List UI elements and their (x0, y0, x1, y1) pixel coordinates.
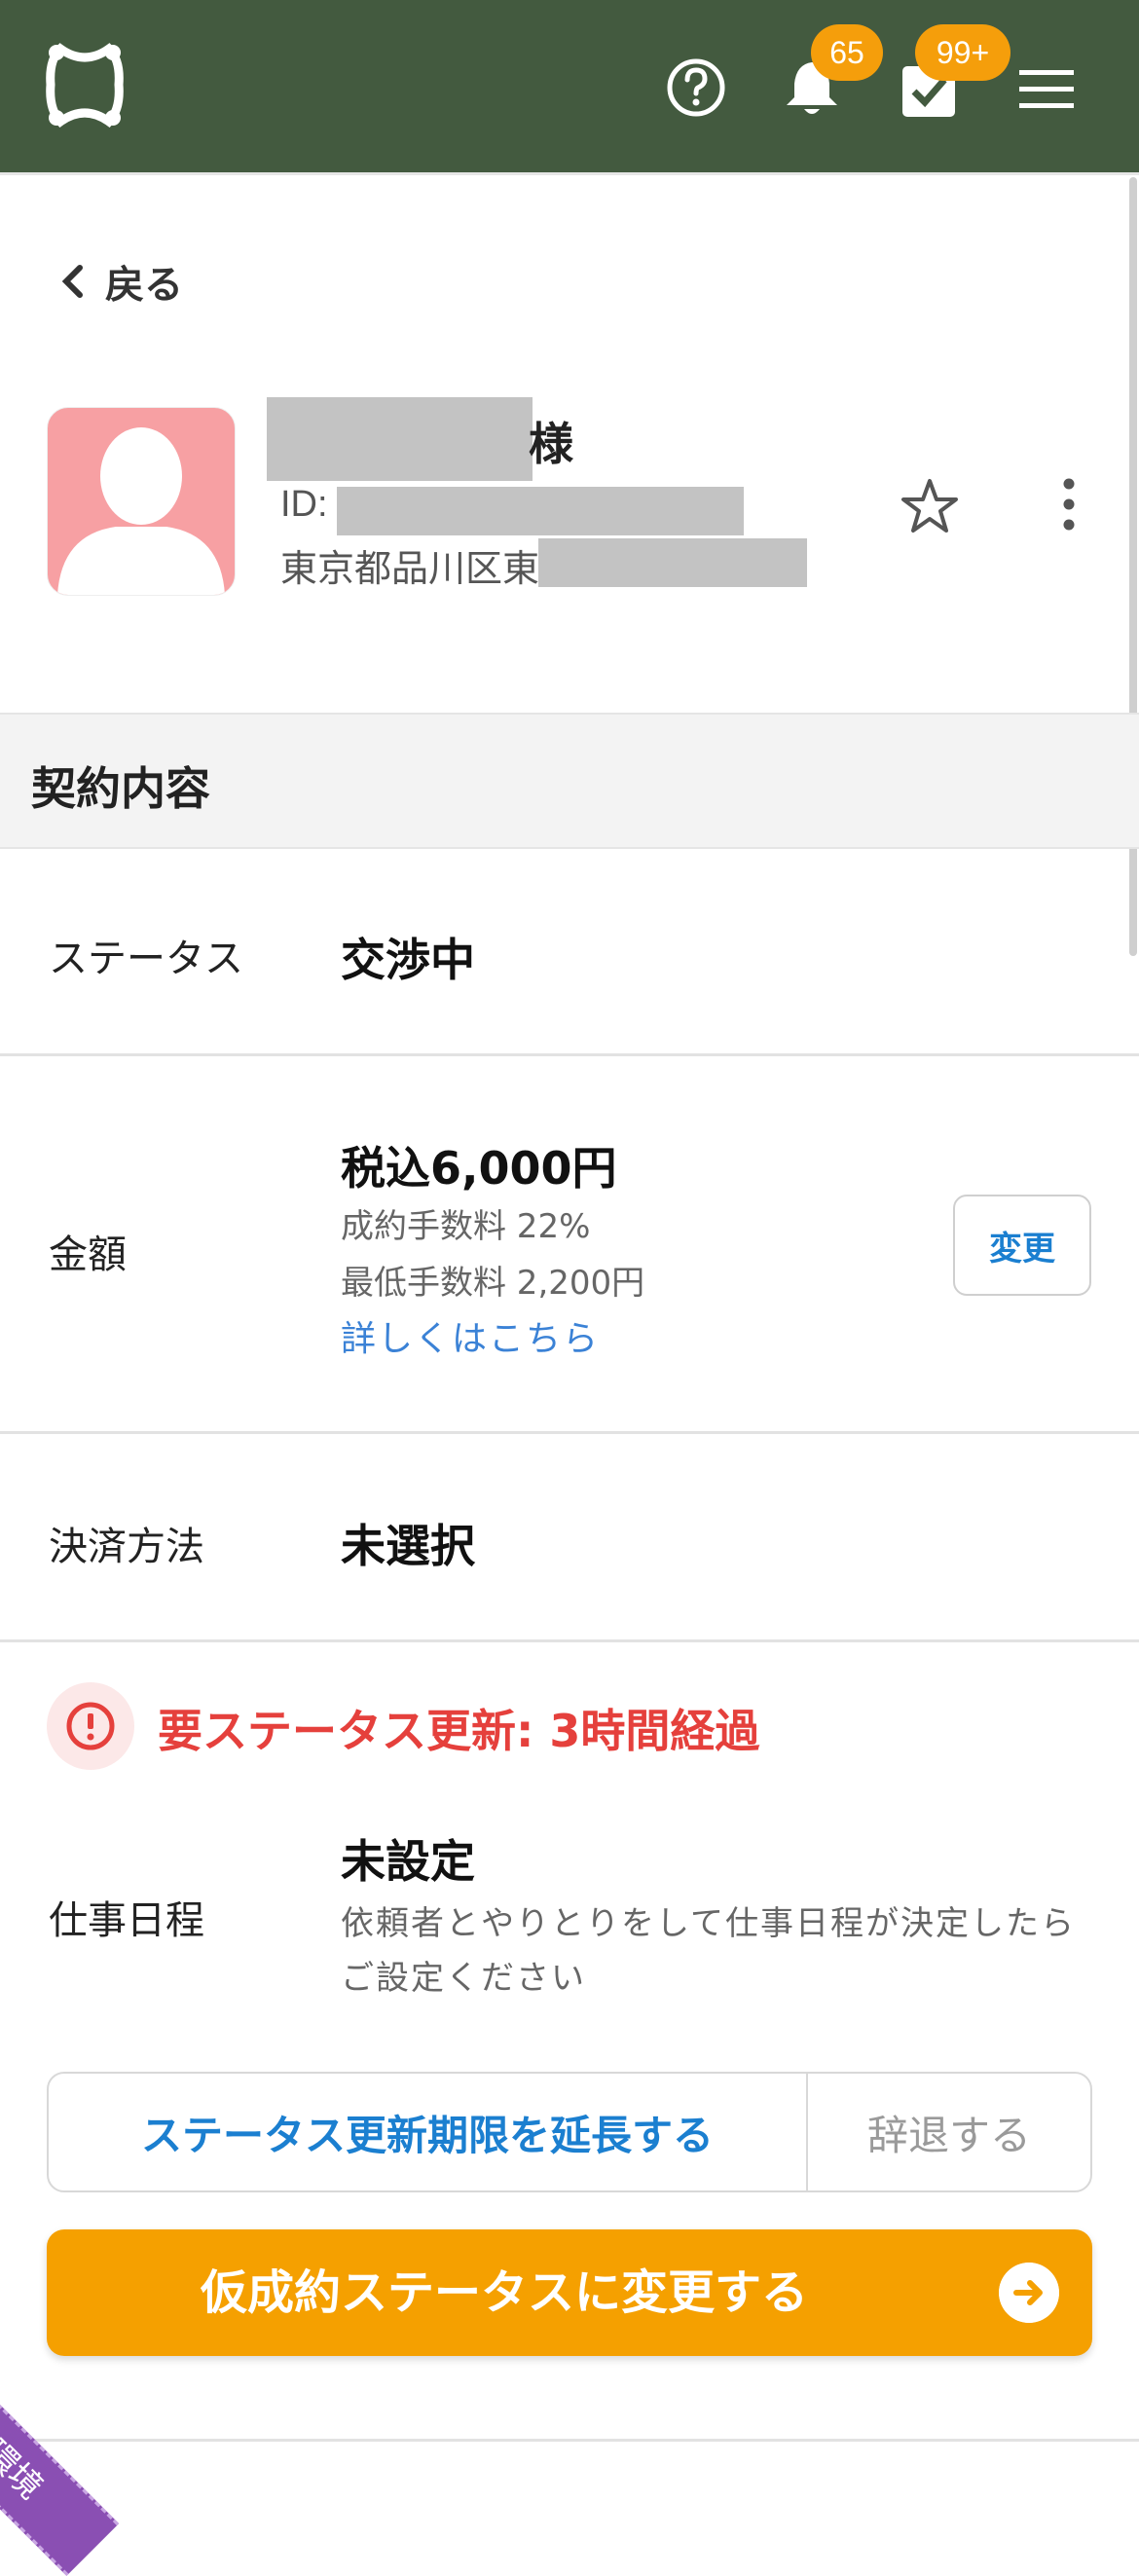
status-label: ステータス (49, 937, 243, 981)
app-logo-icon[interactable] (41, 39, 129, 131)
menu-icon[interactable] (1017, 68, 1076, 111)
contract-section-header: 契約内容 (0, 713, 1139, 849)
star-icon[interactable] (898, 475, 962, 539)
payment-method-value: 未選択 (341, 1520, 475, 1572)
minimum-fee-text: 最低手数料 2,200円 (341, 1264, 645, 1303)
divider (0, 2439, 1139, 2442)
divider (0, 1431, 1139, 1434)
redacted-address (538, 538, 807, 587)
more-options-icon[interactable] (1054, 475, 1084, 534)
status-update-alert: 要ステータス更新: 3時間経過 (158, 1705, 760, 1757)
schedule-label: 仕事日程 (49, 1898, 204, 1943)
redacted-name (267, 397, 533, 481)
fee-rate-text: 成約手数料 22% (341, 1207, 591, 1246)
user-silhouette-icon (57, 427, 225, 595)
details-link[interactable]: 詳しくはこちら (341, 1310, 600, 1361)
change-amount-button[interactable]: 変更 (953, 1195, 1091, 1296)
name-suffix: 様 (529, 418, 573, 470)
schedule-note-line2: ご設定ください (341, 1959, 586, 1998)
redacted-user-id (337, 487, 744, 535)
back-link[interactable]: 戻る (60, 253, 183, 310)
payment-method-label: 決済方法 (49, 1525, 204, 1569)
back-label: 戻る (105, 263, 183, 308)
avatar (47, 407, 236, 596)
notification-count-badge: 65 (811, 24, 883, 81)
user-id-label: ID: (280, 484, 328, 525)
change-to-provisional-button[interactable]: 仮成約ステータスに変更する (47, 2229, 1092, 2356)
primary-button-label: 仮成約ステータスに変更する (200, 2265, 808, 2320)
alert-icon (47, 1682, 134, 1770)
schedule-note-line1: 依頼者とやりとりをして仕事日程が決定したら (341, 1904, 1076, 1943)
status-action-group: ステータス更新期限を延長する 辞退する (47, 2072, 1092, 2192)
schedule-value: 未設定 (341, 1835, 475, 1888)
arrow-right-circle-icon (999, 2263, 1059, 2323)
user-address: 東京都品川区東 (280, 547, 540, 590)
amount-value: 税込6,000円 (341, 1142, 617, 1195)
divider (0, 1639, 1139, 1642)
help-icon[interactable] (665, 56, 727, 119)
divider (0, 1053, 1139, 1056)
decline-button[interactable]: 辞退する (808, 2074, 1090, 2190)
app-header: 65 99+ (0, 0, 1139, 175)
amount-label: 金額 (49, 1233, 127, 1277)
chevron-left-icon (61, 265, 83, 298)
extend-deadline-button[interactable]: ステータス更新期限を延長する (49, 2074, 808, 2190)
section-title: 契約内容 (31, 762, 210, 815)
status-value: 交渉中 (341, 934, 475, 986)
task-count-badge: 99+ (915, 24, 1010, 81)
